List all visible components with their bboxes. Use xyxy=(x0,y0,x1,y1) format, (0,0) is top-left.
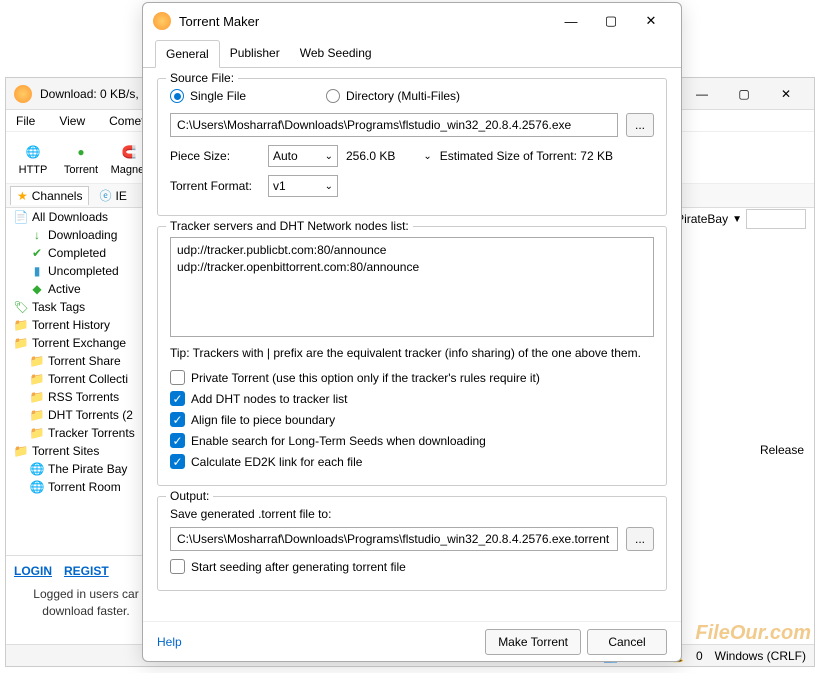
collection-icon: 📁 xyxy=(30,372,44,386)
dialog-body: Source File: Single File Directory (Mult… xyxy=(143,68,681,621)
page-icon: 📄 xyxy=(14,210,28,224)
tab-channels[interactable]: ★ Channels xyxy=(10,186,89,205)
cancel-button[interactable]: Cancel xyxy=(587,629,667,655)
torrent-icon: ● xyxy=(69,140,93,164)
share-icon: 📁 xyxy=(30,354,44,368)
checkbox-align-file[interactable]: ✓ Align file to piece boundary xyxy=(170,412,654,427)
checkbox-longterm-seeds[interactable]: ✓ Enable search for Long-Term Seeds when… xyxy=(170,433,654,448)
exchange-icon: 📁 xyxy=(14,336,28,350)
dialog-footer: Help Make Torrent Cancel xyxy=(143,621,681,661)
dialog-icon xyxy=(153,12,171,30)
format-combo[interactable]: v1 ⌄ xyxy=(268,175,338,197)
star-icon: ★ xyxy=(17,189,28,203)
close-button[interactable]: ✕ xyxy=(766,80,806,108)
piece-size-combo[interactable]: Auto ⌄ xyxy=(268,145,338,167)
ie-icon: ⓔ xyxy=(99,187,111,204)
maximize-button[interactable]: ▢ xyxy=(724,80,764,108)
checkbox-icon xyxy=(170,559,185,574)
folder-icon: ▮ xyxy=(30,264,44,278)
watermark: FileOur.com xyxy=(695,622,811,645)
dialog-close-button[interactable]: ✕ xyxy=(631,7,671,35)
tab-webseeding[interactable]: Web Seeding xyxy=(290,40,382,68)
status-mode: Windows (CRLF) xyxy=(715,649,806,663)
torrent-maker-dialog: Torrent Maker — ▢ ✕ General Publisher We… xyxy=(142,2,682,662)
estimated-size-label: Estimated Size of Torrent: 72 KB xyxy=(440,149,613,163)
output-legend: Output: xyxy=(166,489,213,503)
down-arrow-icon: ↓ xyxy=(30,228,44,242)
browse-output-button[interactable]: ... xyxy=(626,527,654,551)
piratebay-icon: 🌐 xyxy=(30,462,44,476)
checkbox-icon: ✓ xyxy=(170,454,185,469)
dialog-tabs: General Publisher Web Seeding xyxy=(143,39,681,68)
make-torrent-button[interactable]: Make Torrent xyxy=(485,629,581,655)
app-icon xyxy=(14,85,32,103)
toolbar-http-button[interactable]: 🌐 HTTP xyxy=(12,140,54,176)
status-count-2: 0 xyxy=(696,649,703,663)
dialog-minimize-button[interactable]: — xyxy=(551,7,591,35)
checkbox-ed2k[interactable]: ✓ Calculate ED2K link for each file xyxy=(170,454,654,469)
menu-file[interactable]: File xyxy=(10,112,41,130)
output-save-label: Save generated .torrent file to: xyxy=(170,507,654,521)
toolbar-torrent-button[interactable]: ● Torrent xyxy=(60,140,102,176)
release-label: Release xyxy=(760,443,804,457)
output-group: Output: Save generated .torrent file to:… xyxy=(157,496,667,591)
tab-publisher[interactable]: Publisher xyxy=(220,40,290,68)
chevron-down-icon: ⌄ xyxy=(423,151,431,162)
source-file-legend: Source File: xyxy=(166,71,238,85)
sites-icon: 📁 xyxy=(14,444,28,458)
tag-icon: 🏷 xyxy=(14,300,28,314)
check-icon: ✔ xyxy=(30,246,44,260)
dht-icon: 📁 xyxy=(30,408,44,422)
room-icon: 🌐 xyxy=(30,480,44,494)
dialog-titlebar: Torrent Maker — ▢ ✕ xyxy=(143,3,681,39)
radio-dot-icon xyxy=(170,89,184,103)
history-icon: 📁 xyxy=(14,318,28,332)
tracker-list-textarea[interactable] xyxy=(170,237,654,337)
register-link[interactable]: REGIST xyxy=(64,564,109,578)
search-input[interactable] xyxy=(746,209,806,229)
tracker-legend: Tracker servers and DHT Network nodes li… xyxy=(166,219,413,233)
dialog-title: Torrent Maker xyxy=(179,14,259,29)
radio-single-file[interactable]: Single File xyxy=(170,89,246,103)
globe-icon: 🌐 xyxy=(21,140,45,164)
source-path-input[interactable]: C:\Users\Mosharraf\Downloads\Programs\fl… xyxy=(170,113,618,137)
checkbox-private-torrent[interactable]: Private Torrent (use this option only if… xyxy=(170,370,654,385)
radio-directory[interactable]: Directory (Multi-Files) xyxy=(326,89,460,103)
tracker-group: Tracker servers and DHT Network nodes li… xyxy=(157,226,667,486)
checkbox-icon: ✓ xyxy=(170,391,185,406)
output-path-input[interactable]: C:\Users\Mosharraf\Downloads\Programs\fl… xyxy=(170,527,618,551)
dialog-maximize-button[interactable]: ▢ xyxy=(591,7,631,35)
minimize-button[interactable]: — xyxy=(682,80,722,108)
format-label: Torrent Format: xyxy=(170,179,260,193)
login-message: Logged in users car download faster. xyxy=(14,586,158,620)
tracker-icon: 📁 xyxy=(30,426,44,440)
tab-ie[interactable]: ⓔ IE xyxy=(93,185,132,206)
piece-size-label: Piece Size: xyxy=(170,149,260,163)
chevron-down-icon: ⌄ xyxy=(325,181,333,192)
chevron-down-icon: ⌄ xyxy=(325,151,333,162)
browse-source-button[interactable]: ... xyxy=(626,113,654,137)
chevron-down-icon: ▼ xyxy=(732,214,742,225)
checkbox-icon: ✓ xyxy=(170,412,185,427)
checkbox-icon: ✓ xyxy=(170,433,185,448)
piece-kb-value: 256.0 KB xyxy=(346,149,395,163)
checkbox-start-seeding[interactable]: Start seeding after generating torrent f… xyxy=(170,559,654,574)
checkbox-icon xyxy=(170,370,185,385)
checkbox-add-dht[interactable]: ✓ Add DHT nodes to tracker list xyxy=(170,391,654,406)
active-icon: ◆ xyxy=(30,282,44,296)
help-link[interactable]: Help xyxy=(157,635,182,649)
magnet-icon: 🧲 xyxy=(117,140,141,164)
tracker-tip: Tip: Trackers with | prefix are the equi… xyxy=(170,346,654,360)
login-link[interactable]: LOGIN xyxy=(14,564,52,578)
radio-dot-icon xyxy=(326,89,340,103)
tab-general[interactable]: General xyxy=(155,40,220,68)
window-title: Download: 0 KB/s, U xyxy=(40,87,151,101)
menu-view[interactable]: View xyxy=(53,112,91,130)
source-file-group: Source File: Single File Directory (Mult… xyxy=(157,78,667,216)
rss-icon: 📁 xyxy=(30,390,44,404)
